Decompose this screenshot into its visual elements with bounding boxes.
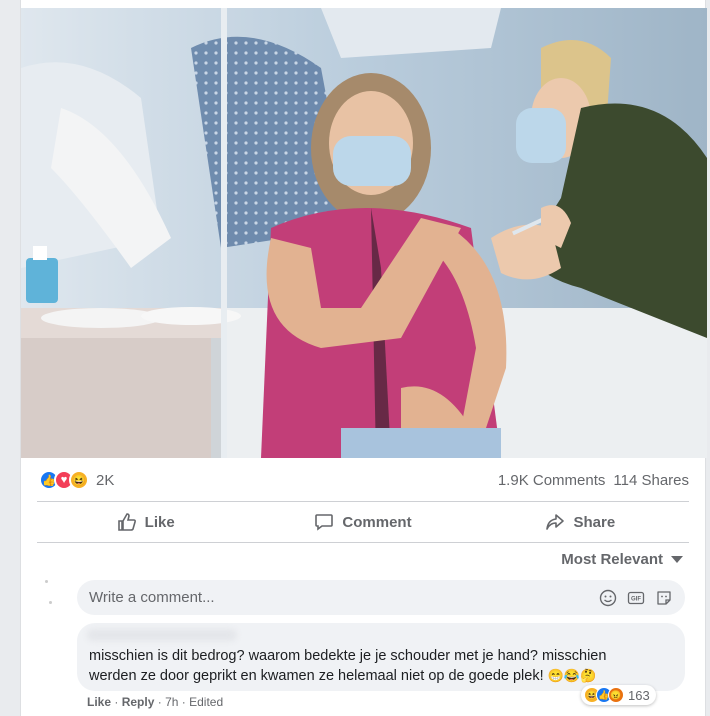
comment-bubble: misschien is dit bedrog? waarom bedekte … bbox=[77, 623, 685, 691]
post-card: 👍 ♥ 😆 2K 1.9K Comments 114 Shares Like C… bbox=[20, 0, 707, 716]
comment-reactions[interactable]: 😆 👍 😠 163 bbox=[581, 685, 656, 705]
comments-count[interactable]: 1.9K Comments bbox=[498, 472, 606, 489]
share-label: Share bbox=[573, 513, 616, 531]
thumbs-up-icon bbox=[117, 513, 136, 531]
divider bbox=[37, 542, 689, 543]
emoji-icon[interactable] bbox=[599, 589, 617, 607]
blurred-author-name bbox=[87, 629, 237, 641]
write-comment-box[interactable]: GIF bbox=[77, 580, 685, 615]
comment-button[interactable]: Comment bbox=[254, 503, 471, 541]
reaction-summary[interactable]: 👍 ♥ 😆 bbox=[39, 470, 89, 490]
post-stats: 👍 ♥ 😆 2K 1.9K Comments 114 Shares bbox=[21, 460, 707, 500]
share-button[interactable]: Share bbox=[472, 503, 689, 541]
post-photo[interactable] bbox=[21, 8, 707, 458]
comment-text-line: misschien is dit bedrog? waarom bedekte … bbox=[89, 648, 607, 664]
shares-count[interactable]: 114 Shares bbox=[613, 472, 689, 489]
edited-label: Edited bbox=[189, 695, 224, 709]
comment-input[interactable] bbox=[89, 589, 599, 606]
comment-emojis: 😁😂🤔 bbox=[547, 668, 597, 683]
gif-icon[interactable]: GIF bbox=[627, 589, 645, 607]
like-label: Like bbox=[144, 513, 175, 531]
decorative-dot bbox=[45, 580, 48, 583]
post-actions: Like Comment Share bbox=[37, 503, 689, 541]
like-button[interactable]: Like bbox=[37, 503, 254, 541]
comment-toolbar: GIF bbox=[599, 589, 673, 607]
comment-sort-dropdown[interactable]: Most Relevant bbox=[561, 551, 683, 568]
haha-icon: 😆 bbox=[69, 470, 89, 490]
share-icon bbox=[546, 514, 565, 530]
decorative-dot bbox=[49, 601, 52, 604]
divider bbox=[37, 501, 689, 502]
comment-icon bbox=[315, 514, 334, 531]
comment-label: Comment bbox=[342, 513, 412, 531]
caret-down-icon bbox=[671, 556, 683, 563]
comment-reaction-count: 163 bbox=[628, 687, 650, 703]
sticker-icon[interactable] bbox=[655, 589, 673, 607]
angry-icon: 😠 bbox=[608, 687, 624, 703]
comment-reply-link[interactable]: Reply bbox=[122, 695, 155, 709]
comment-meta: Like · Reply · 7h · Edited bbox=[87, 695, 224, 709]
reaction-count[interactable]: 2K bbox=[96, 472, 114, 489]
comment-time[interactable]: 7h bbox=[165, 695, 178, 709]
vaccination-photo bbox=[21, 8, 707, 458]
comment-text-line: werden ze door geprikt en kwamen ze hele… bbox=[89, 668, 597, 684]
svg-text:GIF: GIF bbox=[631, 596, 641, 602]
comment-like-link[interactable]: Like bbox=[87, 695, 111, 709]
sort-label: Most Relevant bbox=[561, 551, 663, 568]
